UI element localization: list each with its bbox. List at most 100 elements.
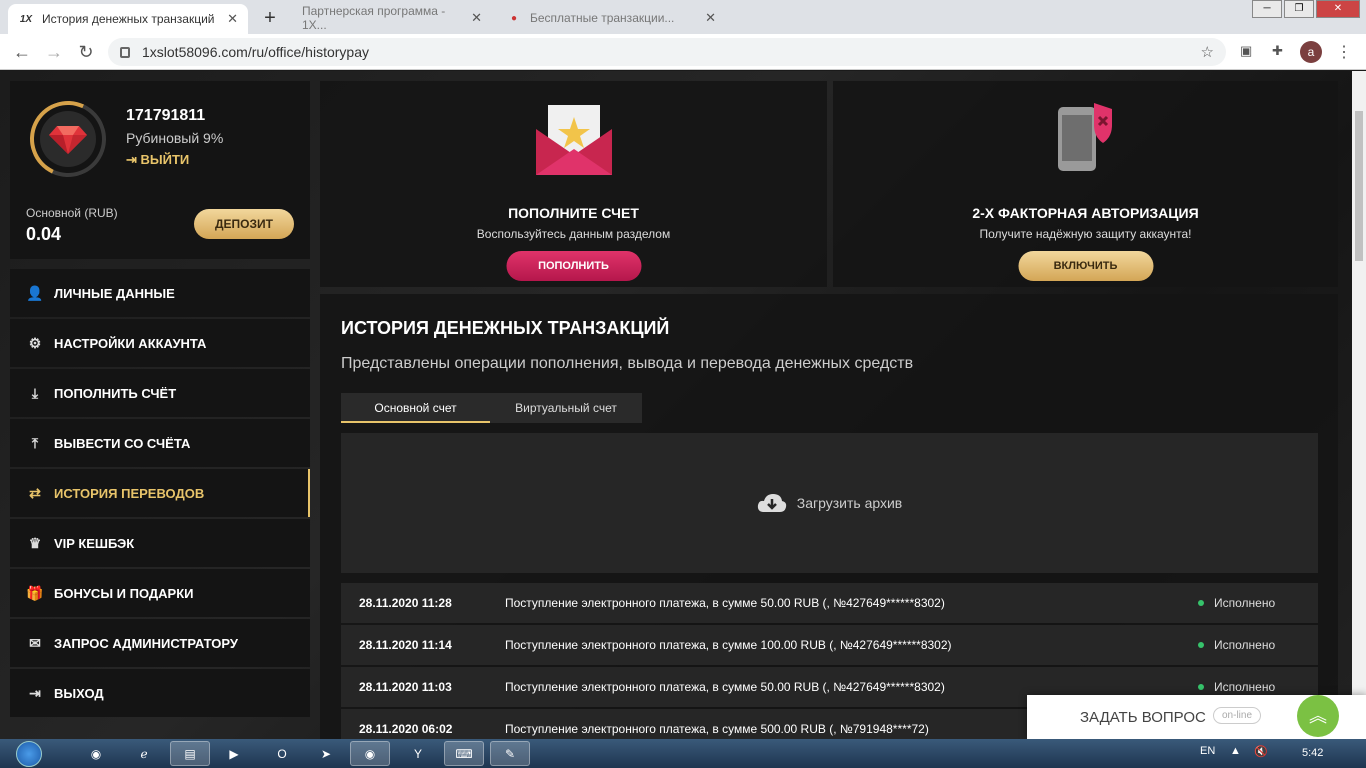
- menu-item-transfer-history[interactable]: ⇄ ИСТОРИЯ ПЕРЕВОДОВ: [10, 469, 310, 517]
- windows-logo-icon: [16, 740, 42, 767]
- promo-2fa-card: 2-Х ФАКТОРНАЯ АВТОРИЗАЦИЯ Получите надёж…: [833, 81, 1338, 287]
- logout-icon: ⇥: [126, 152, 141, 167]
- windows-taskbar: ◉ ℯ ▤ ▶ O ➤ ◉ Y ⌨ ✎ EN ▲ 🔇 5:42: [0, 739, 1366, 768]
- explorer-taskbar-icon[interactable]: ▤: [170, 741, 210, 766]
- user-plus-icon: 👤: [26, 284, 44, 301]
- page-subtitle: Представлены операции пополнения, вывода…: [341, 355, 914, 372]
- extension-icon[interactable]: ▣: [1240, 43, 1252, 59]
- cloud-download-icon: [757, 494, 786, 512]
- close-window-button[interactable]: ✕: [1316, 0, 1360, 18]
- ruby-icon: [40, 111, 96, 167]
- forward-arrow-icon[interactable]: →: [44, 42, 64, 63]
- tray-arrow-icon[interactable]: ▲: [1230, 745, 1241, 757]
- page-content: 171791811 Рубиновый 9% ⇥ ВЫЙТИ Основной …: [0, 71, 1352, 749]
- transfer-icon: ⇄: [29, 484, 41, 501]
- menu-item-exit[interactable]: ⇥ ВЫХОД: [10, 669, 310, 717]
- close-tab-icon[interactable]: ✕: [227, 11, 238, 27]
- menu-item-label: ВЫВЕСТИ СО СЧЁТА: [54, 435, 191, 451]
- avatar[interactable]: a: [1300, 41, 1322, 63]
- transaction-date: 28.11.2020 11:28: [359, 596, 452, 610]
- telegram-taskbar-icon[interactable]: ➤: [306, 741, 346, 766]
- puzzle-icon[interactable]: ✚: [1272, 43, 1283, 59]
- account-menu: 👤 ЛИЧНЫЕ ДАННЫЕ ⚙ НАСТРОЙКИ АККАУНТА ⤓ ПОПО…: [10, 269, 310, 719]
- bookmark-star-icon[interactable]: ☆: [1201, 43, 1214, 61]
- menu-item-admin-request[interactable]: ✉ ЗАПРОС АДМИНИСТРАТОРУ: [10, 619, 310, 667]
- tab-virtual-account[interactable]: Виртуальный счет: [490, 393, 642, 423]
- envelope-star-icon: [535, 105, 612, 175]
- keyboard-taskbar-icon[interactable]: ⌨: [444, 741, 484, 766]
- phone-shield-icon: [1057, 103, 1112, 171]
- transaction-status: Исполнено: [1198, 638, 1318, 652]
- enable-2fa-button[interactable]: ВКЛЮЧИТЬ: [1018, 251, 1153, 281]
- url-field[interactable]: 1xslot58096.com/ru/office/historypay ☆: [108, 38, 1226, 66]
- envelope-icon: ✉: [29, 634, 41, 651]
- site-favicon-icon: ●: [510, 12, 518, 24]
- promo-deposit-title: ПОПОЛНИТЕ СЧЕТ: [508, 205, 639, 221]
- upload-icon: ⤒: [31, 434, 39, 451]
- tab-active[interactable]: 1X История денежных транзакций ✕: [8, 4, 248, 34]
- chrome-taskbar-icon[interactable]: ◉: [76, 741, 116, 766]
- browser-chrome: 1X История денежных транзакций ✕ + Партн…: [0, 0, 1366, 70]
- clock[interactable]: 5:42: [1302, 747, 1323, 759]
- tab-background-1[interactable]: Партнерская программа - 1X... ✕: [292, 4, 492, 32]
- reload-icon[interactable]: ↻: [76, 42, 96, 63]
- menu-item-label: ИСТОРИЯ ПЕРЕВОДОВ: [54, 485, 205, 501]
- maximize-button[interactable]: ❐: [1284, 0, 1314, 18]
- tab-background-2[interactable]: ● Бесплатные транзакции... ✕: [496, 4, 726, 32]
- paint-taskbar-icon[interactable]: ✎: [490, 741, 530, 766]
- menu-item-bonuses[interactable]: 🎁 БОНУСЫ И ПОДАРКИ: [10, 569, 310, 617]
- ask-question-widget[interactable]: ЗАДАТЬ ВОПРОС on-line ︽: [1027, 695, 1366, 739]
- top-up-button[interactable]: ПОПОЛНИТЬ: [506, 251, 641, 281]
- tab-title-2: Бесплатные транзакции...: [530, 11, 675, 25]
- chevrons-up-icon[interactable]: ︽: [1297, 695, 1339, 737]
- balance-label: Основной (RUB): [26, 206, 118, 220]
- menu-item-account-settings[interactable]: ⚙ НАСТРОЙКИ АККАУНТА: [10, 319, 310, 367]
- menu-item-vip-cashback[interactable]: ♛ VIP КЕШБЭК: [10, 519, 310, 567]
- close-tab-icon[interactable]: ✕: [705, 10, 716, 26]
- user-id: 171791811: [126, 107, 206, 124]
- download-archive-button[interactable]: Загрузить архив: [341, 433, 1318, 573]
- crown-icon: ♛: [28, 534, 42, 551]
- logout-link[interactable]: ⇥ ВЫЙТИ: [126, 152, 189, 168]
- url-text: 1xslot58096.com/ru/office/historypay: [142, 44, 369, 60]
- new-tab-button[interactable]: +: [258, 8, 282, 30]
- minimize-button[interactable]: ─: [1252, 0, 1282, 18]
- promo-2fa-subtitle: Получите надёжную защиту аккаунта!: [979, 227, 1192, 241]
- yandex-taskbar-icon[interactable]: Y: [398, 741, 438, 766]
- page-title: ИСТОРИЯ ДЕНЕЖНЫХ ТРАНЗАКЦИЙ: [341, 318, 670, 338]
- promo-deposit-subtitle: Воспользуйтесь данным разделом: [476, 227, 671, 241]
- status-dot-icon: [1198, 684, 1204, 690]
- volume-icon[interactable]: 🔇: [1254, 745, 1268, 758]
- menu-kebab-icon[interactable]: ⋮: [1336, 42, 1352, 62]
- transaction-date: 28.11.2020 11:14: [359, 638, 452, 652]
- logout-label: ВЫЙТИ: [140, 152, 190, 167]
- menu-item-label: ЛИЧНЫЕ ДАННЫЕ: [54, 285, 175, 301]
- tab-main-account[interactable]: Основной счет: [341, 393, 490, 423]
- start-button[interactable]: [8, 739, 50, 768]
- window-controls: ─ ❐ ✕: [1250, 0, 1360, 18]
- menu-item-label: ЗАПРОС АДМИНИСТРАТОРУ: [54, 635, 238, 651]
- transaction-date: 28.11.2020 06:02: [359, 722, 453, 736]
- menu-item-personal-data[interactable]: 👤 ЛИЧНЫЕ ДАННЫЕ: [10, 269, 310, 317]
- transaction-status: Исполнено: [1198, 596, 1318, 610]
- menu-item-deposit[interactable]: ⤓ ПОПОЛНИТЬ СЧЁТ: [10, 369, 310, 417]
- menu-item-withdraw[interactable]: ⤒ ВЫВЕСТИ СО СЧЁТА: [10, 419, 310, 467]
- lock-icon: [120, 46, 130, 58]
- close-tab-icon[interactable]: ✕: [471, 10, 482, 26]
- transaction-description: Поступление электронного платежа, в сумм…: [505, 638, 952, 652]
- opera-taskbar-icon[interactable]: O: [262, 741, 302, 766]
- language-indicator[interactable]: EN: [1200, 745, 1215, 757]
- scrollbar-thumb[interactable]: [1355, 111, 1363, 261]
- transaction-description: Поступление электронного платежа, в сумм…: [505, 680, 945, 694]
- page-scrollbar[interactable]: [1352, 71, 1366, 739]
- chrome-active-taskbar-icon[interactable]: ◉: [350, 741, 390, 766]
- status-text: Исполнено: [1214, 638, 1276, 652]
- media-taskbar-icon[interactable]: ▶: [214, 741, 254, 766]
- deposit-button[interactable]: ДЕПОЗИТ: [194, 209, 294, 239]
- transaction-status: Исполнено: [1198, 680, 1318, 694]
- menu-item-label: ВЫХОД: [54, 685, 104, 701]
- ie-taskbar-icon[interactable]: ℯ: [124, 741, 164, 766]
- account-tabs: Основной счет Виртуальный счет: [341, 393, 642, 423]
- back-arrow-icon[interactable]: ←: [12, 42, 32, 63]
- status-dot-icon: [1198, 642, 1204, 648]
